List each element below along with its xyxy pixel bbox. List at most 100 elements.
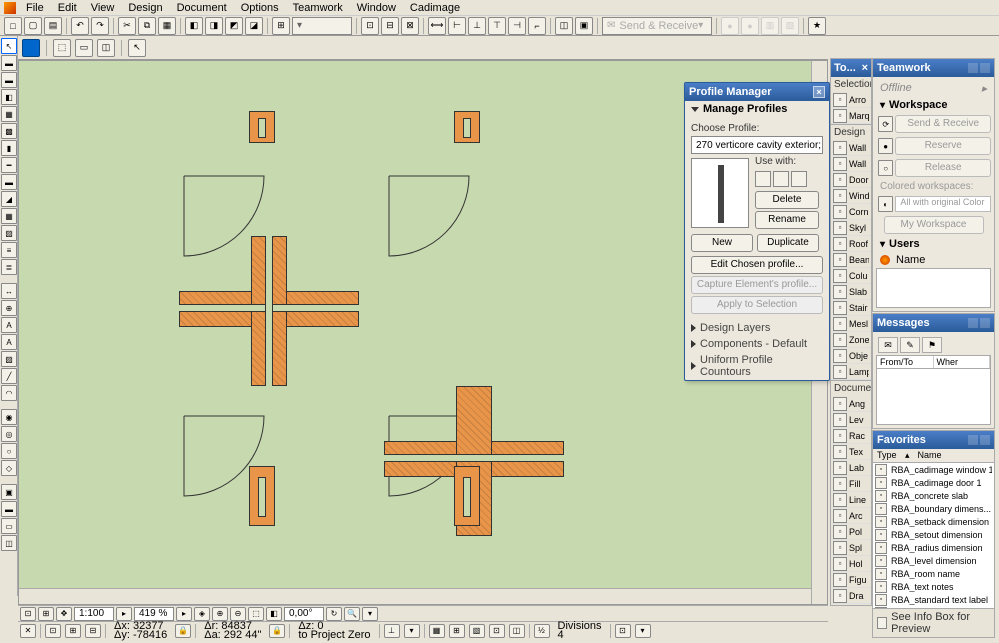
toolbox-design-5[interactable]: ▫Skyl [831,220,871,236]
toolbox-design-6[interactable]: ▫Roof [831,236,871,252]
edit-profile-button[interactable]: Edit Chosen profile... [691,256,823,274]
sb-opt8-icon[interactable]: ▾ [362,607,378,621]
sb-opt5-icon[interactable]: ◧ [266,607,282,621]
angle-field[interactable]: 0,00° [284,607,324,621]
sb-opt1-icon[interactable]: ◈ [194,607,210,621]
tool-layers-icon[interactable]: ◨ [205,17,223,35]
teamwork-title[interactable]: Teamwork [877,62,931,74]
sb-zoom2-icon[interactable]: ▸ [116,607,132,621]
tool-redo-icon[interactable]: ↷ [91,17,109,35]
sb2-grav2-icon[interactable]: ▾ [404,624,420,638]
tool-new-icon[interactable]: □ [4,17,22,35]
toolbox-doc-0[interactable]: ▫Ang [831,396,871,412]
msg-tab1-icon[interactable]: ✉ [878,337,898,353]
sb2-grid1-icon[interactable]: ▦ [429,624,445,638]
tool-dim3-icon[interactable]: ⊥ [468,17,486,35]
favorite-item-4[interactable]: ▫RBA_setback dimension [873,515,994,528]
tool-label-icon[interactable]: A [1,334,17,350]
menu-edit[interactable]: Edit [52,1,83,15]
sb-opt4-icon[interactable]: ⬚ [248,607,264,621]
tool-mesh-icon[interactable]: ▦ [1,208,17,224]
toolbox-sel-1[interactable]: ▫Marq [831,108,871,124]
geom-method1-icon[interactable]: ⬚ [53,39,71,57]
sb2-end2-icon[interactable]: ▾ [635,624,651,638]
tool-save-icon[interactable]: ▤ [44,17,62,35]
profile-select[interactable]: 270 verticore cavity exterior; ren... [691,136,823,154]
toolbox-doc-10[interactable]: ▫Hol [831,556,871,572]
favorite-item-6[interactable]: ▫RBA_radius dimension [873,541,994,554]
tool-snap1-icon[interactable]: ⊡ [361,17,379,35]
toolbox-design-14[interactable]: ▫Lamp [831,364,871,380]
tool-arrow-icon[interactable]: ↖ [1,38,17,54]
toolbox-design-0[interactable]: ▫Wall [831,140,871,156]
toolbox-doc-6[interactable]: ▫Line [831,492,871,508]
toolbox-doc-3[interactable]: ▫Tex [831,444,871,460]
menu-options[interactable]: Options [235,1,285,15]
close-icon[interactable]: × [813,86,825,98]
tool-level-icon[interactable]: ⊕ [1,300,17,316]
tool-marker2-icon[interactable]: ◎ [1,426,17,442]
tool-column-icon[interactable]: ▮ [1,140,17,156]
favorite-item-9[interactable]: ▫RBA_text notes [873,580,994,593]
close-icon[interactable] [980,63,990,73]
favorites-title[interactable]: Favorites [877,434,926,446]
toolbox-doc-9[interactable]: ▫Spl [831,540,871,556]
tool-section-icon[interactable]: ▬ [1,501,17,517]
toolbox-doc-4[interactable]: ▫Lab [831,460,871,476]
tool-zone-icon[interactable]: ▨ [1,225,17,241]
sb2-grid5-icon[interactable]: ◫ [509,624,525,638]
menu-cadimage[interactable]: Cadimage [404,1,466,15]
menu-file[interactable]: File [20,1,50,15]
favorite-item-0[interactable]: ▫RBA_cadimage window 1 [873,463,994,476]
color-chip[interactable] [22,39,40,57]
tool-favorite-icon[interactable]: ★ [808,17,826,35]
toolbox-design-13[interactable]: ▫Obje [831,348,871,364]
msg-tab2-icon[interactable]: ✎ [900,337,920,353]
sb2-grav1-icon[interactable]: ⊥ [384,624,400,638]
tool-wall-icon[interactable]: ▬ [1,55,17,71]
tool-camera-icon[interactable]: ▣ [1,484,17,500]
geom-method3-icon[interactable]: ◫ [97,39,115,57]
toolbox-title[interactable]: To...× [831,59,871,77]
users-section[interactable]: ▾ Users [876,236,991,252]
favorite-item-2[interactable]: ▫RBA_concrete slab [873,489,994,502]
minimize-icon[interactable] [968,63,978,73]
sb2-snap1-icon[interactable]: ✕ [20,624,36,638]
menu-design[interactable]: Design [122,1,168,15]
close-icon[interactable] [980,435,990,445]
tool-open-icon[interactable]: ▢ [24,17,42,35]
duplicate-button[interactable]: Duplicate [757,234,819,252]
design-layers-section[interactable]: Design Layers [685,320,829,336]
tool-slab-icon[interactable]: ▬ [1,174,17,190]
sb-fit-icon[interactable]: ⊡ [20,607,36,621]
toolbox-doc-7[interactable]: ▫Arc [831,508,871,524]
tool-door-icon[interactable]: ◧ [1,89,17,105]
toolbox-doc-2[interactable]: ▫Rac [831,428,871,444]
close-icon[interactable] [980,318,990,328]
tool-dim-icon[interactable]: ↔ [1,283,17,299]
profile-manager-title[interactable]: Profile Manager × [685,83,829,101]
tool-dim2-icon[interactable]: ⊢ [448,17,466,35]
tool-beam-icon[interactable]: ━ [1,157,17,173]
tool-dim6-icon[interactable]: ⌐ [528,17,546,35]
fav-col-type[interactable]: Type [873,449,901,462]
toolbox-doc-8[interactable]: ▫Pol [831,524,871,540]
toolbox-design-1[interactable]: ▫Wall [831,156,871,172]
sb2-snap3-icon[interactable]: ⊞ [65,624,81,638]
tool-wall2-icon[interactable]: ▬ [1,72,17,88]
sb-zoom-icon[interactable]: ⊞ [38,607,54,621]
tool-align-icon[interactable]: ⊞ [272,17,290,35]
toolbox-design-3[interactable]: ▫Wind [831,188,871,204]
sb-zoom3-icon[interactable]: ▸ [176,607,192,621]
favorite-item-7[interactable]: ▫RBA_level dimension [873,554,994,567]
tool-arc-icon[interactable]: ◠ [1,385,17,401]
zoom-field[interactable]: 419 % [134,607,174,621]
favorite-item-3[interactable]: ▫RBA_boundary dimens... [873,502,994,515]
tool-marker4-icon[interactable]: ◇ [1,460,17,476]
fav-col-name[interactable]: Name [914,449,946,462]
tool-window-icon[interactable]: ▦ [1,106,17,122]
sb2-grid3-icon[interactable]: ▧ [469,624,485,638]
menu-window[interactable]: Window [351,1,402,15]
workspace-section[interactable]: ▾ Workspace [876,97,991,113]
tool-select-icon[interactable]: ▦ [158,17,176,35]
